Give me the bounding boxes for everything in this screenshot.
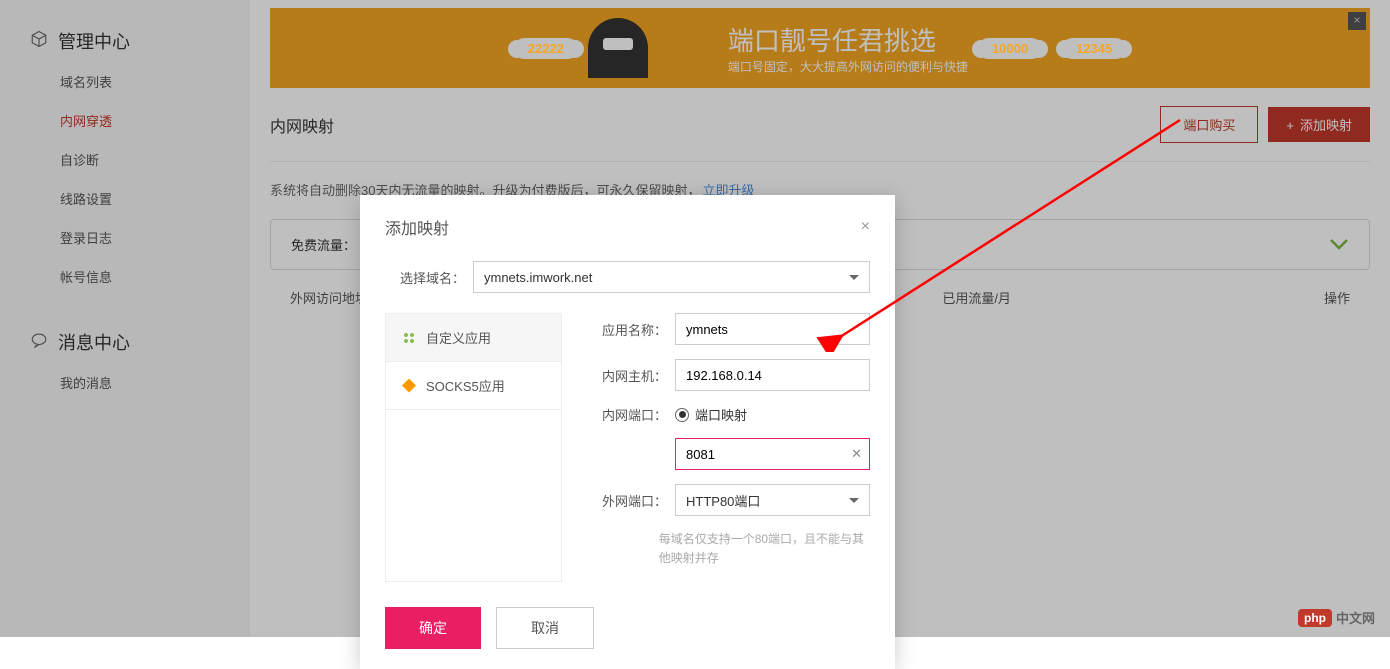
ext-port-select[interactable]: HTTP80端口 — [675, 484, 870, 516]
watermark: php 中文网 — [1298, 608, 1375, 627]
domain-select[interactable]: ymnets.imwork.net — [473, 261, 870, 293]
tab-custom-app[interactable]: 自定义应用 — [386, 314, 561, 362]
app-name-input[interactable] — [675, 313, 870, 345]
diamond-icon — [402, 379, 416, 393]
radio-checked-icon — [675, 408, 689, 422]
modal-close-button[interactable]: × — [861, 218, 870, 236]
clear-input-button[interactable]: ✕ — [851, 446, 862, 462]
domain-label: 选择域名： — [385, 268, 465, 287]
port-input[interactable] — [675, 438, 870, 470]
host-input[interactable] — [675, 359, 870, 391]
app-name-label: 应用名称： — [587, 320, 667, 339]
grid-icon — [402, 331, 416, 345]
caret-down-icon — [849, 275, 859, 280]
modal-title: 添加映射 — [385, 215, 449, 239]
host-label: 内网主机： — [587, 366, 667, 385]
port-label: 内网端口： — [587, 405, 667, 424]
app-type-tabs: 自定义应用 SOCKS5应用 — [385, 313, 562, 582]
add-mapping-modal: 添加映射 × 选择域名： ymnets.imwork.net 自定义应用 SOC… — [360, 195, 895, 669]
watermark-badge: php — [1298, 609, 1332, 627]
cancel-button[interactable]: 取消 — [496, 607, 594, 649]
confirm-button[interactable]: 确定 — [385, 607, 481, 649]
port-hint: 每域名仅支持一个80端口，且不能与其他映射并存 — [659, 530, 870, 568]
watermark-text: 中文网 — [1336, 608, 1375, 627]
tab-socks5-app[interactable]: SOCKS5应用 — [386, 362, 561, 410]
ext-port-label: 外网端口： — [587, 491, 667, 510]
port-mapping-radio[interactable]: 端口映射 — [675, 405, 747, 424]
caret-down-icon — [849, 498, 859, 503]
